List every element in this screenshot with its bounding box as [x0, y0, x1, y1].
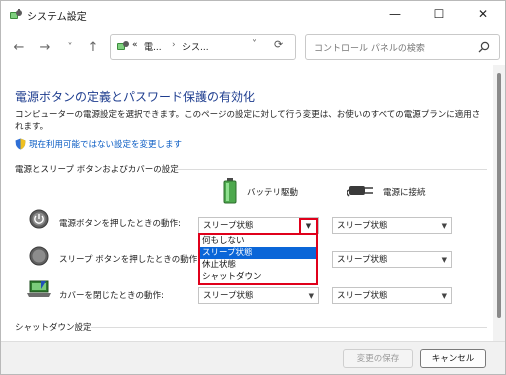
row-label-power-button: 電源ボタンを押したときの動作: [59, 219, 181, 229]
power-action-dropdown-list[interactable]: 何もしない スリープ状態 休止状態 シャットダウン [198, 233, 318, 285]
admin-shield-icon [15, 138, 26, 150]
lid-plugged-select[interactable]: スリープ状態 ▼ [332, 287, 452, 304]
select-value: スリープ状態 [337, 255, 388, 265]
dropdown-option-do-nothing[interactable]: 何もしない [200, 235, 316, 247]
page-title: 電源ボタンの定義とパスワード保護の有効化 [15, 90, 256, 104]
save-changes-button[interactable]: 変更の保存 [343, 349, 413, 368]
breadcrumb-separator: › [172, 40, 176, 50]
power-button-plugged-select[interactable]: スリープ状態 ▼ [332, 217, 452, 234]
search-box[interactable]: コントロール パネルの検索 [305, 34, 500, 60]
maximize-button[interactable]: ☐ [417, 1, 461, 29]
dropdown-option-sleep[interactable]: スリープ状態 [200, 247, 316, 259]
chevron-down-icon: ▼ [441, 292, 447, 300]
address-dropdown-button[interactable]: ˅ [252, 39, 257, 50]
breadcrumb-overflow[interactable]: « [132, 40, 138, 50]
column-header-plugged-in: 電源に接続 [383, 188, 426, 198]
cancel-button[interactable]: キャンセル [420, 349, 486, 368]
section-heading-buttons: 電源とスリープ ボタンおよびカバーの設定 [15, 165, 179, 175]
breadcrumb-item-power[interactable]: 電... [144, 40, 162, 53]
select-value: スリープ状態 [337, 291, 388, 301]
up-button[interactable]: ↑ [84, 39, 102, 57]
address-bar[interactable]: « 電... › シス... ˅ ⟳ [110, 34, 296, 60]
row-label-sleep-button: スリープ ボタンを押したときの動作: [59, 255, 201, 265]
section-divider [175, 169, 487, 170]
lid-battery-select[interactable]: スリープ状態 ▼ [198, 287, 319, 304]
row-label-lid-close: カバーを閉じたときの動作: [59, 291, 164, 301]
recent-locations-button[interactable]: ˅ [61, 39, 79, 57]
power-button-icon [29, 209, 49, 229]
window-title: システム設定 [27, 12, 87, 23]
chevron-down-icon: ▼ [441, 222, 447, 230]
forward-button[interactable]: → [36, 39, 54, 57]
page-description: コンピューターの電源設定を選択できます。このページの設定に対して行う変更は、お使… [15, 110, 481, 132]
footer-bar: 変更の保存 キャンセル [1, 341, 505, 374]
change-unavailable-settings-link[interactable]: 現在利用可能ではない設定を変更します [29, 138, 182, 150]
plug-icon [347, 186, 373, 197]
scrollbar-thumb[interactable] [497, 73, 501, 318]
laptop-lid-icon [27, 280, 51, 297]
search-icon[interactable] [478, 41, 490, 53]
battery-icon [223, 178, 237, 204]
breadcrumb-item-system[interactable]: シス... [182, 40, 209, 53]
sleep-button-plugged-select[interactable]: スリープ状態 ▼ [332, 251, 452, 268]
sleep-button-icon [29, 246, 49, 266]
content-pane: 電源ボタンの定義とパスワード保護の有効化 コンピューターの電源設定を選択できます… [1, 65, 493, 341]
refresh-button[interactable]: ⟳ [274, 38, 283, 51]
dropdown-option-shutdown[interactable]: シャットダウン [200, 271, 316, 283]
select-value: スリープ状態 [203, 291, 254, 301]
chevron-down-icon: ▼ [441, 256, 447, 264]
vertical-scrollbar[interactable] [493, 65, 505, 341]
column-header-battery: バッテリ駆動 [247, 188, 299, 198]
chevron-down-icon: ▼ [308, 292, 314, 300]
system-settings-window: システム設定 — ☐ ✕ ← → ˅ ↑ « 電... › シス... ˅ ⟳ … [0, 0, 506, 375]
power-options-app-icon [10, 9, 22, 19]
search-placeholder: コントロール パネルの検索 [314, 44, 425, 54]
back-button[interactable]: ← [10, 39, 28, 57]
select-value: スリープ状態 [337, 221, 388, 231]
title-bar: システム設定 — ☐ ✕ [1, 1, 505, 29]
section-heading-shutdown: シャットダウン設定 [15, 323, 92, 333]
minimize-button[interactable]: — [373, 1, 417, 29]
chevron-down-icon: ▼ [305, 222, 312, 230]
dropdown-option-hibernate[interactable]: 休止状態 [200, 259, 316, 271]
select-value: スリープ状態 [203, 221, 254, 231]
close-button[interactable]: ✕ [461, 1, 505, 29]
control-panel-icon [117, 41, 129, 50]
section-divider [91, 327, 487, 328]
